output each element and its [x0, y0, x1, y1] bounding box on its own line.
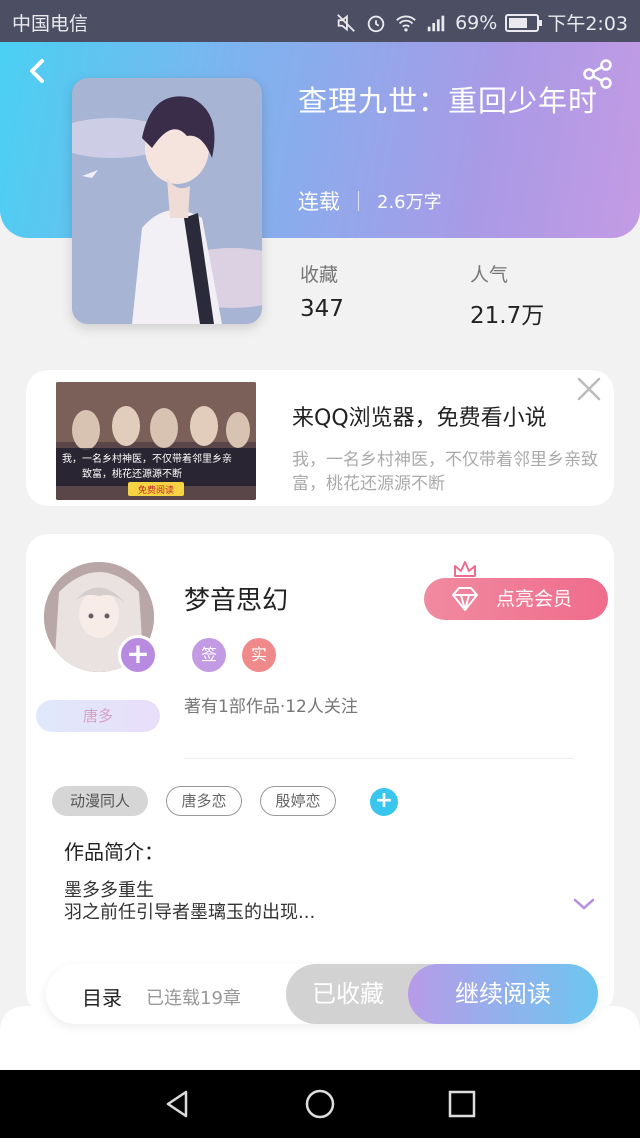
book-meta: 连载 2.6万字 — [298, 186, 442, 216]
activate-vip-button[interactable]: 点亮会员 — [424, 578, 608, 620]
intro-line: 墨多多重生 — [64, 880, 154, 901]
fan-level-tag: 唐多 — [36, 700, 160, 732]
author-card: + 唐多 梦音思幻 签 实 点亮会员 著有1部作品·12人关注 动漫同人 唐多恋… — [26, 534, 614, 1014]
word-count: 2.6万字 — [377, 192, 442, 213]
tag-chip[interactable]: 殷婷恋 — [260, 786, 336, 816]
cover-illustration — [72, 78, 262, 324]
expand-intro-button[interactable] — [572, 896, 596, 912]
divider — [184, 758, 574, 759]
battery-icon — [505, 13, 543, 32]
back-button[interactable] — [22, 56, 52, 86]
favorites-label: 收藏 — [300, 264, 339, 286]
popularity-label: 人气 — [470, 264, 509, 286]
chevron-down-icon — [573, 898, 595, 910]
carrier-label: 中国电信 — [12, 13, 89, 35]
nav-recents-icon[interactable] — [446, 1088, 478, 1120]
ad-title: 来QQ浏览器，免费看小说 — [292, 406, 547, 431]
favorites-count: 347 — [300, 296, 344, 322]
tag-chip[interactable]: 动漫同人 — [52, 786, 148, 816]
signed-badge: 签 — [192, 638, 226, 672]
serial-status: 连载 — [298, 190, 340, 214]
ad-banner[interactable]: 我，一名乡村神医，不仅带着邻里乡亲 致富，桃花还源源不断 免费阅读 来QQ浏览器… — [26, 370, 614, 506]
vip-label: 点亮会员 — [496, 588, 573, 610]
ad-close-button[interactable] — [576, 376, 602, 402]
back-arrow-icon — [30, 59, 44, 83]
nav-back-icon[interactable] — [162, 1088, 194, 1120]
verified-badge: 实 — [242, 638, 276, 672]
system-nav-bar — [0, 1070, 640, 1138]
ad-image: 我，一名乡村神医，不仅带着邻里乡亲 致富，桃花还源源不断 免费阅读 — [56, 382, 256, 500]
ad-description: 我，一名乡村神医，不仅带着邻里乡亲致富，桃花还源源不断 — [292, 450, 598, 494]
ad-image-line2: 致富，桃花还源源不断 — [82, 467, 182, 480]
popularity-count: 21.7万 — [470, 303, 545, 329]
book-title: 查理九世：重回少年时 — [298, 84, 599, 118]
ad-image-button: 免费阅读 — [138, 484, 174, 496]
nav-home-icon[interactable] — [304, 1088, 336, 1120]
intro-text: 墨多多重生 羽之前任引导者墨璃玉的出现... — [64, 880, 544, 924]
toc-button[interactable]: 目录 — [82, 982, 122, 1011]
intro-line: 羽之前任引导者墨璃玉的出现... — [64, 902, 316, 923]
meta-divider — [358, 191, 359, 211]
add-tag-button[interactable]: + — [370, 788, 398, 816]
mute-icon — [335, 12, 357, 34]
tag-chip[interactable]: 唐多恋 — [166, 786, 242, 816]
continue-reading-button[interactable]: 继续阅读 — [408, 964, 598, 1024]
follow-author-button[interactable]: + — [118, 635, 158, 675]
diamond-icon — [452, 587, 478, 611]
chapters-count[interactable]: 已连载19章 — [146, 984, 241, 1010]
alarm-icon — [365, 12, 387, 34]
ad-image-art: 我，一名乡村神医，不仅带着邻里乡亲 致富，桃花还源源不断 免费阅读 — [56, 382, 256, 500]
close-icon — [577, 377, 601, 401]
signal-icon — [425, 12, 447, 34]
clock: 下午2:03 — [547, 13, 628, 35]
action-bar: 目录 已连载19章 已收藏 继续阅读 — [46, 964, 598, 1024]
wifi-icon — [395, 12, 417, 34]
battery-fill — [509, 17, 528, 28]
author-name[interactable]: 梦音思幻 — [184, 580, 288, 617]
ad-image-line1: 我，一名乡村神医，不仅带着邻里乡亲 — [62, 452, 232, 465]
crown-icon — [454, 561, 476, 577]
book-cover[interactable] — [72, 78, 262, 324]
author-stats: 著有1部作品·12人关注 — [184, 697, 358, 717]
battery-percent: 69% — [455, 11, 498, 34]
status-bar: 中国电信 69% 下午2:03 — [0, 0, 640, 42]
intro-heading: 作品简介： — [64, 840, 164, 864]
